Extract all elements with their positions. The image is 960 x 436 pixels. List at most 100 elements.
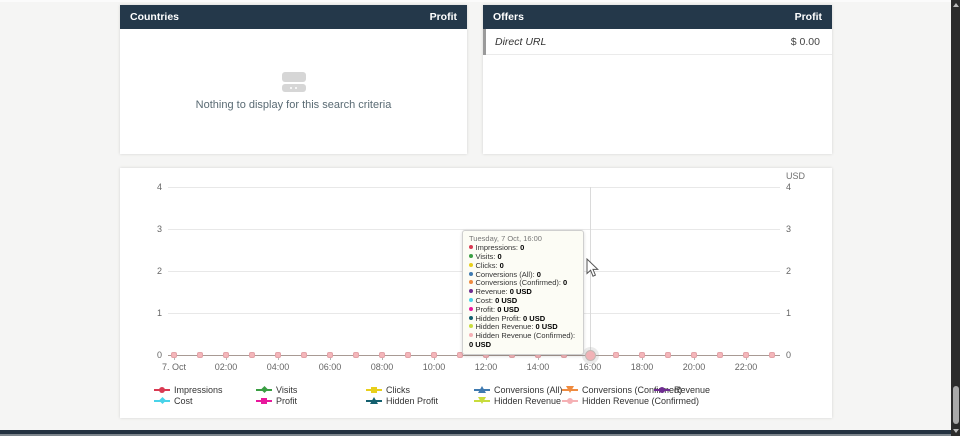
legend-item[interactable]: Conversions (All) bbox=[474, 385, 562, 395]
legend-item-label: Conversions (All) bbox=[494, 385, 563, 395]
offers-panel-header: Offers Profit bbox=[483, 5, 832, 29]
data-point-marker[interactable] bbox=[613, 352, 619, 358]
x-axis-tick-label: 02:00 bbox=[215, 362, 238, 372]
legend-marker-icon bbox=[256, 385, 272, 394]
legend-item[interactable]: Hidden Revenue (Confirmed) bbox=[562, 396, 654, 406]
x-axis-line bbox=[168, 355, 780, 356]
offers-panel-body: Direct URL $ 0.00 bbox=[483, 29, 832, 154]
legend-item[interactable]: Conversions (Confirmed) bbox=[562, 385, 654, 395]
legend-marker-icon bbox=[474, 385, 490, 394]
legend-marker-icon bbox=[562, 396, 578, 405]
window-scrollbar[interactable] bbox=[951, 0, 960, 436]
data-point-marker[interactable] bbox=[171, 352, 177, 358]
data-point-marker[interactable] bbox=[665, 352, 671, 358]
offer-name[interactable]: Direct URL bbox=[495, 36, 546, 48]
legend-item[interactable]: Impressions bbox=[154, 385, 256, 395]
scroll-down-arrow-icon[interactable] bbox=[953, 429, 959, 433]
legend-item[interactable]: Visits bbox=[256, 385, 366, 395]
chart-plot-area[interactable]: Tuesday, 7 Oct, 16:00 Impressions: 0Visi… bbox=[120, 168, 832, 418]
legend-item[interactable]: Profit bbox=[256, 396, 366, 406]
countries-panel-body: Nothing to display for this search crite… bbox=[120, 29, 467, 154]
x-axis-tick-label: 22:00 bbox=[735, 362, 758, 372]
legend-item-label: Clicks bbox=[386, 385, 410, 395]
data-point-marker[interactable] bbox=[691, 352, 697, 358]
y-axis-tick-label-right: 1 bbox=[786, 308, 806, 318]
legend-marker-icon bbox=[366, 396, 382, 405]
offers-panel: Offers Profit Direct URL $ 0.00 bbox=[483, 5, 832, 154]
legend-item-label: Visits bbox=[276, 385, 297, 395]
legend-item[interactable]: Clicks bbox=[366, 385, 474, 395]
y-axis-tick-label-right: 2 bbox=[786, 266, 806, 276]
legend-item-label: Hidden Profit bbox=[386, 396, 438, 406]
mouse-cursor-icon bbox=[585, 258, 599, 278]
x-axis-tick-label: 18:00 bbox=[631, 362, 654, 372]
data-point-marker[interactable] bbox=[249, 352, 255, 358]
legend-item-label: Profit bbox=[276, 396, 297, 406]
tooltip-bullet-icon bbox=[469, 245, 473, 249]
legend-item-label: Hidden Revenue (Confirmed) bbox=[582, 396, 699, 406]
table-row[interactable]: Direct URL $ 0.00 bbox=[483, 29, 832, 55]
legend-item[interactable]: Revenue bbox=[654, 385, 710, 395]
tooltip-bullet-icon bbox=[469, 307, 473, 311]
timeseries-chart-panel: Tuesday, 7 Oct, 16:00 Impressions: 0Visi… bbox=[120, 168, 832, 418]
x-axis-tick-label: 7. Oct bbox=[162, 362, 186, 372]
data-point-marker[interactable] bbox=[769, 352, 775, 358]
data-point-marker[interactable] bbox=[379, 352, 385, 358]
y-axis-tick-label-left: 4 bbox=[142, 182, 162, 192]
empty-state-icon bbox=[282, 72, 306, 92]
tooltip-bullet-icon bbox=[469, 272, 473, 276]
legend-marker-icon bbox=[154, 396, 170, 405]
legend-marker-icon bbox=[474, 396, 490, 405]
y-axis-tick-label-right: 4 bbox=[786, 182, 806, 192]
data-point-marker[interactable] bbox=[431, 352, 437, 358]
tooltip-bullet-icon bbox=[469, 254, 473, 258]
tooltip-bullet-icon bbox=[469, 324, 473, 328]
data-point-marker[interactable] bbox=[717, 352, 723, 358]
data-point-marker[interactable] bbox=[327, 352, 333, 358]
legend-marker-icon bbox=[256, 396, 272, 405]
data-point-marker[interactable] bbox=[223, 352, 229, 358]
gridline bbox=[168, 187, 780, 188]
x-axis-tick-label: 16:00 bbox=[579, 362, 602, 372]
countries-panel-title: Countries bbox=[130, 11, 179, 23]
data-point-marker[interactable] bbox=[197, 352, 203, 358]
data-point-marker[interactable] bbox=[353, 352, 359, 358]
legend-item[interactable]: Hidden Profit bbox=[366, 396, 474, 406]
empty-state-message: Nothing to display for this search crite… bbox=[196, 99, 392, 111]
x-axis-tick-label: 10:00 bbox=[423, 362, 446, 372]
countries-panel-header: Countries Profit bbox=[120, 5, 467, 29]
x-axis-tick-label: 12:00 bbox=[475, 362, 498, 372]
legend-item[interactable]: Cost bbox=[154, 396, 256, 406]
legend-marker-icon bbox=[654, 385, 670, 394]
y-axis-tick-label-left: 2 bbox=[142, 266, 162, 276]
data-point-marker[interactable] bbox=[275, 352, 281, 358]
legend-item-label: Revenue bbox=[674, 385, 710, 395]
data-point-marker[interactable] bbox=[405, 352, 411, 358]
data-point-marker[interactable] bbox=[301, 352, 307, 358]
x-axis-tick-label: 04:00 bbox=[267, 362, 290, 372]
y-axis-title-usd: USD bbox=[786, 171, 805, 181]
y-axis-tick-label-left: 0 bbox=[142, 350, 162, 360]
tooltip-bullet-icon bbox=[469, 280, 473, 284]
offers-list-scrollbar[interactable] bbox=[483, 29, 486, 55]
hovered-data-point[interactable] bbox=[585, 350, 596, 361]
data-point-marker[interactable] bbox=[639, 352, 645, 358]
chart-tooltip: Tuesday, 7 Oct, 16:00 Impressions: 0Visi… bbox=[462, 230, 584, 355]
y-axis-tick-label-left: 1 bbox=[142, 308, 162, 318]
legend-item-label: Impressions bbox=[174, 385, 223, 395]
y-axis-tick-label-left: 3 bbox=[142, 224, 162, 234]
legend-item[interactable]: Hidden Revenue bbox=[474, 396, 562, 406]
legend-item-label: Cost bbox=[174, 396, 193, 406]
scrollbar-thumb[interactable] bbox=[953, 386, 959, 424]
y-axis-tick-label-right: 0 bbox=[786, 350, 806, 360]
scroll-up-arrow-icon[interactable] bbox=[953, 3, 959, 7]
data-point-marker[interactable] bbox=[743, 352, 749, 358]
tooltip-bullet-icon bbox=[469, 298, 473, 302]
offer-profit-value: $ 0.00 bbox=[791, 36, 820, 48]
x-axis-tick-label: 14:00 bbox=[527, 362, 550, 372]
legend-marker-icon bbox=[562, 385, 578, 394]
tooltip-bullet-icon bbox=[469, 316, 473, 320]
window-top-edge bbox=[0, 0, 960, 2]
legend-marker-icon bbox=[154, 385, 170, 394]
countries-panel: Countries Profit Nothing to display for … bbox=[120, 5, 467, 154]
